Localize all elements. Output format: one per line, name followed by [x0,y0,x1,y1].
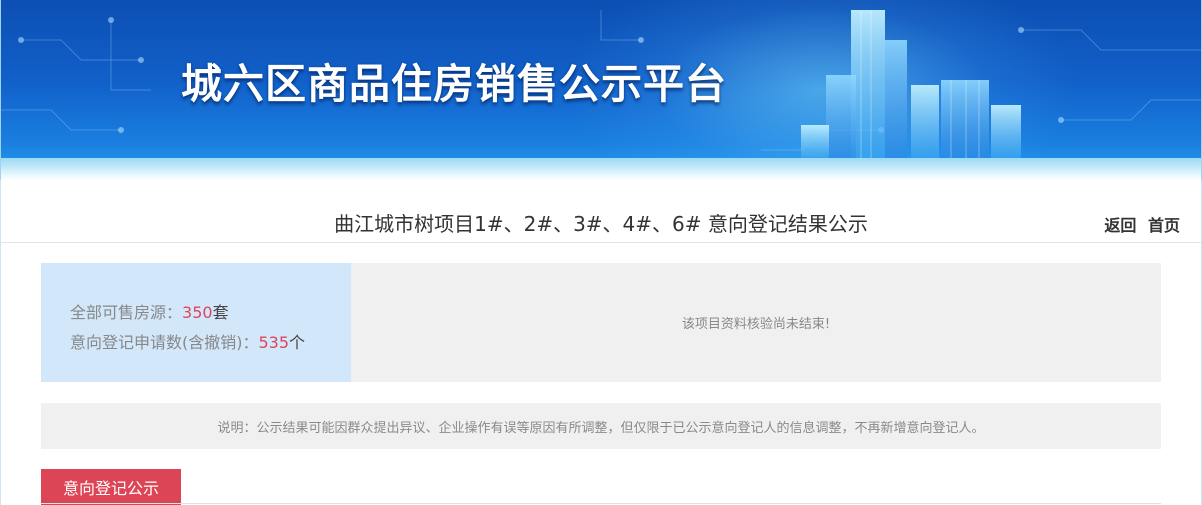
top-nav: 返回 首页 [1098,212,1180,236]
tab-underline [41,503,1161,504]
page-title: 曲江城市树项目1#、2#、3#、4#、6# 意向登记结果公示 [334,212,868,236]
available-units-stat: 全部可售房源：350套 [70,299,229,323]
available-units-label: 全部可售房源： [70,303,183,322]
available-units-unit: 套 [212,303,229,322]
back-link[interactable]: 返回 [1104,216,1136,235]
skyline-illustration [801,10,1021,160]
left-border [0,243,1,505]
applications-stat: 意向登记申请数(含撤销)：535个 [70,329,305,353]
tab-intention-registration[interactable]: 意向登记公示 [41,469,181,505]
applications-value: 535 [258,333,290,352]
applications-unit: 个 [289,333,306,352]
header-banner: 城六区商品住房销售公示平台 [0,0,1202,180]
site-title: 城六区商品住房销售公示平台 [181,60,727,108]
stats-panel: 全部可售房源：350套 意向登记申请数(含撤销)：535个 [41,263,351,382]
available-units-value: 350 [182,303,213,322]
banner-fade [1,158,1201,180]
disclaimer-note: 说明：公示结果可能因群众提出异议、企业操作有误等原因有所调整，但仅限于已公示意向… [41,403,1161,449]
home-link[interactable]: 首页 [1148,216,1180,235]
applications-label: 意向登记申请数(含撤销)： [70,333,259,352]
verification-notice: 该项目资料核验尚未结束! [351,263,1161,382]
